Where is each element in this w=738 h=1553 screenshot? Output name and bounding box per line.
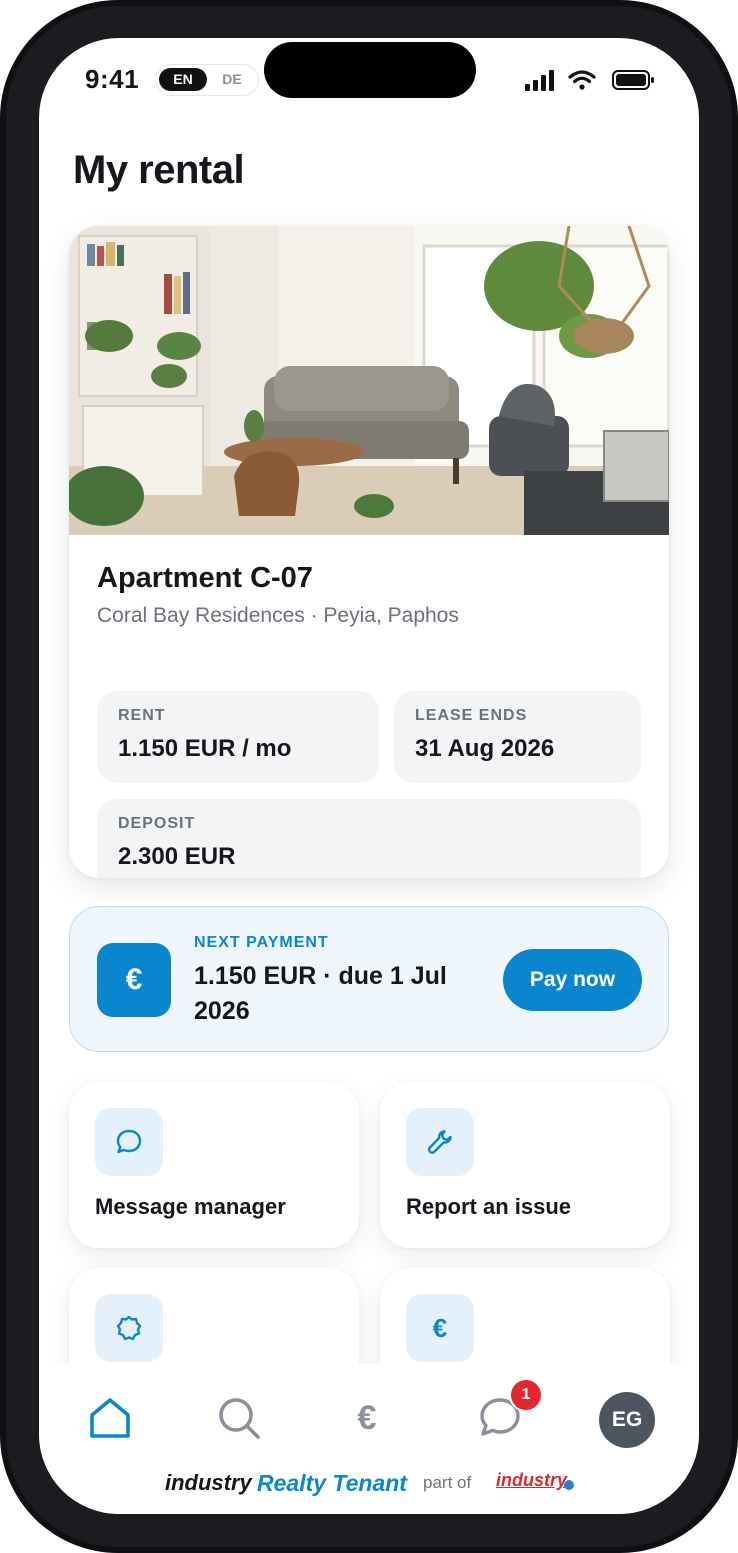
next-payment-label: NEXT PAYMENT bbox=[194, 934, 329, 951]
parent-brand-logo: industry bbox=[496, 1470, 568, 1490]
chat-icon bbox=[95, 1108, 163, 1176]
rent-label: RENT bbox=[118, 707, 166, 724]
avatar[interactable]: EG bbox=[599, 1392, 655, 1448]
next-payment-card: € NEXT PAYMENT 1.150 EUR · due 1 Jul 202… bbox=[69, 906, 669, 1052]
phone-frame: 9:41 EN DE My rental Apartment C-07 Cora… bbox=[0, 0, 738, 1553]
deposit-stat: DEPOSIT 2.300 EUR bbox=[97, 799, 641, 878]
language-option-en[interactable]: EN bbox=[159, 68, 207, 91]
apartment-location: Coral Bay Residences · Peyia, Paphos bbox=[97, 604, 459, 627]
apartment-name: Apartment C-07 bbox=[97, 562, 313, 594]
nav-home[interactable] bbox=[80, 1388, 140, 1448]
wrench-icon bbox=[406, 1108, 474, 1176]
parent-brand-dot bbox=[564, 1480, 574, 1490]
home-icon bbox=[90, 1398, 130, 1438]
wifi-icon bbox=[568, 70, 596, 90]
message-manager-label: Message manager bbox=[95, 1194, 286, 1219]
language-option-de[interactable]: DE bbox=[208, 68, 256, 91]
language-switcher[interactable]: EN DE bbox=[155, 64, 259, 96]
euro-icon: € bbox=[97, 943, 171, 1017]
signal-icon bbox=[525, 70, 554, 91]
rent-stat: RENT 1.150 EUR / mo bbox=[97, 691, 379, 783]
status-time: 9:41 bbox=[85, 64, 140, 94]
lease-ends-label: LEASE ENDS bbox=[415, 707, 528, 724]
phone-screen: 9:41 EN DE My rental Apartment C-07 Cora… bbox=[39, 38, 699, 1514]
search-icon bbox=[219, 1398, 260, 1439]
page-title: My rental bbox=[73, 148, 245, 192]
euro-icon: € bbox=[406, 1294, 474, 1362]
bottom-navigation: € 1 EG industry Realty Tenant part of in… bbox=[39, 1364, 699, 1514]
next-payment-amount: 1.150 EUR · due 1 Jul 2026 bbox=[194, 962, 447, 1025]
dynamic-island bbox=[264, 42, 476, 98]
lease-ends-value: 31 Aug 2026 bbox=[415, 735, 555, 762]
unread-messages-badge: 1 bbox=[509, 1378, 543, 1412]
brand-name: Realty Tenant bbox=[257, 1470, 407, 1496]
nav-search[interactable] bbox=[209, 1388, 269, 1448]
deposit-label: DEPOSIT bbox=[118, 815, 196, 832]
battery-icon bbox=[612, 70, 654, 90]
brand-footer: industry Realty Tenant part of industry bbox=[39, 1470, 699, 1502]
nav-payments[interactable]: € bbox=[337, 1388, 397, 1448]
property-card[interactable]: Apartment C-07 Coral Bay Residences · Pe… bbox=[69, 226, 669, 878]
status-icons bbox=[525, 70, 654, 91]
part-of-label: part of bbox=[423, 1473, 472, 1492]
message-manager-tile[interactable]: Message manager bbox=[69, 1082, 359, 1248]
apartment-photo bbox=[69, 226, 669, 535]
pay-now-button[interactable]: Pay now bbox=[503, 949, 642, 1011]
report-issue-tile[interactable]: Report an issue bbox=[380, 1082, 670, 1248]
rent-value: 1.150 EUR / mo bbox=[118, 735, 292, 762]
deposit-value: 2.300 EUR bbox=[118, 843, 236, 870]
lease-ends-stat: LEASE ENDS 31 Aug 2026 bbox=[394, 691, 641, 783]
badge-icon bbox=[95, 1294, 163, 1362]
brand-prefix: industry bbox=[165, 1470, 252, 1495]
report-issue-label: Report an issue bbox=[406, 1194, 572, 1219]
